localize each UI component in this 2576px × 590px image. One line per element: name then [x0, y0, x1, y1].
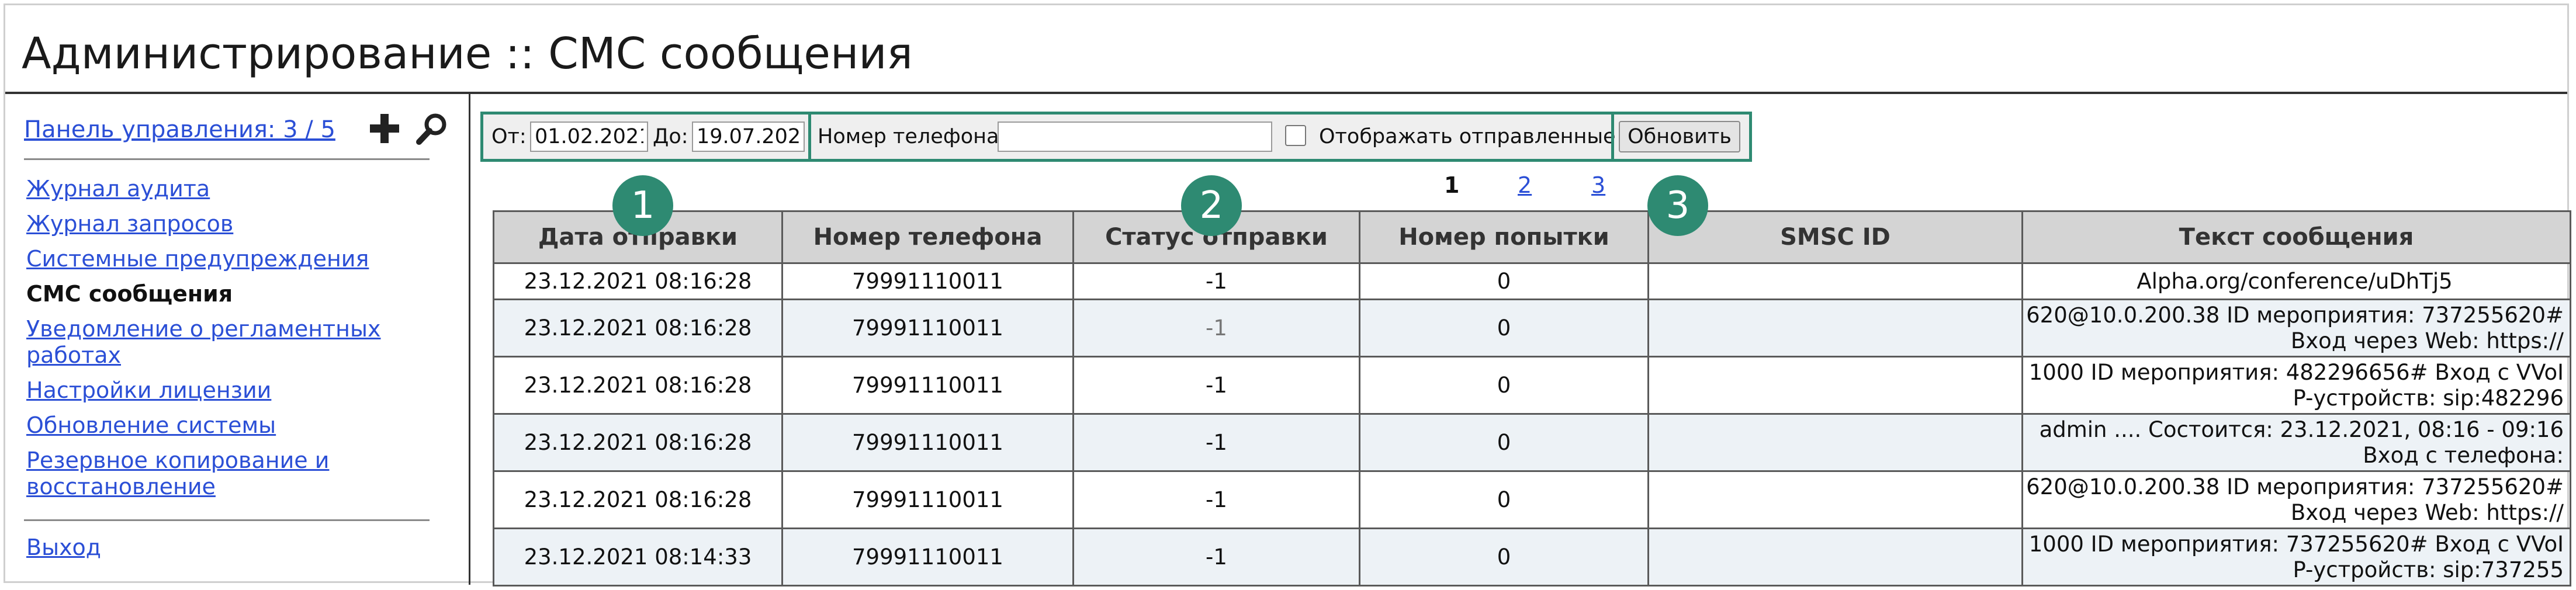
- page-title: Администрирование :: СМС сообщения: [22, 29, 913, 79]
- sidebar-item-request-log[interactable]: Журнал запросов: [26, 211, 435, 237]
- cell-status: -1: [1072, 527, 1360, 586]
- sidebar-separator-bottom: [24, 519, 430, 521]
- sidebar-item-audit-log[interactable]: Журнал аудита: [26, 176, 435, 202]
- table-header-row: Дата отправки Номер телефона Статус отпр…: [493, 210, 2571, 264]
- cell-message-text: 1000 ID мероприятия: 737255620# Вход с V…: [2021, 527, 2571, 586]
- cell-status: -1: [1072, 299, 1360, 358]
- window-frame: Администрирование :: СМС сообщения Панел…: [4, 4, 2571, 586]
- magnifier-icon[interactable]: [414, 110, 451, 147]
- callout-badge: 1: [612, 175, 673, 236]
- cell-phone: 79991110011: [781, 356, 1074, 415]
- sidebar-item-system-warnings[interactable]: Системные предупреждения: [26, 246, 435, 272]
- cell-attempt: 0: [1359, 299, 1649, 358]
- cell-message-text: Alpha.org/conference/uDhTj5: [2021, 262, 2571, 300]
- sidebar-divider: [469, 94, 470, 585]
- sidebar-item-sms-messages[interactable]: СМС сообщения: [26, 281, 435, 307]
- show-sent-checkbox[interactable]: [1285, 125, 1306, 146]
- cell-attempt: 0: [1359, 413, 1649, 472]
- cell-phone: 79991110011: [781, 470, 1074, 529]
- column-header-text[interactable]: Текст сообщения: [2021, 210, 2571, 264]
- cell-phone: 79991110011: [781, 527, 1074, 586]
- cell-status: -1: [1072, 470, 1360, 529]
- filter-group-separator: [808, 114, 811, 159]
- cell-date: 23.12.2021 08:16:28: [493, 262, 783, 300]
- column-header-phone[interactable]: Номер телефона: [781, 210, 1074, 264]
- sidebar-item-system-update[interactable]: Обновление системы: [26, 412, 435, 439]
- page-link-current: 1: [1444, 172, 1460, 198]
- phone-label: Номер телефона:: [818, 125, 1006, 148]
- date-to-label: До:: [653, 125, 688, 148]
- cell-date: 23.12.2021 08:16:28: [493, 356, 783, 415]
- cell-message-text: 1000 ID мероприятия: 482296656# Вход с V…: [2021, 356, 2571, 415]
- cell-smsc-id: [1647, 413, 2023, 472]
- cell-smsc-id: [1647, 356, 2023, 415]
- show-sent-label: Отображать отправленные: [1319, 125, 1616, 148]
- cell-status: -1: [1072, 262, 1360, 300]
- exit-link[interactable]: Выход: [26, 535, 101, 560]
- table-row[interactable]: 23.12.2021 08:16:28 79991110011 -1 0 Alp…: [493, 262, 2571, 300]
- cell-smsc-id: [1647, 527, 2023, 586]
- table-row[interactable]: 23.12.2021 08:16:28 79991110011 -1 0 620…: [493, 470, 2571, 529]
- cell-date: 23.12.2021 08:14:33: [493, 527, 783, 586]
- table-row[interactable]: 23.12.2021 08:16:28 79991110011 -1 0 620…: [493, 299, 2571, 358]
- refresh-button[interactable]: Обновить: [1619, 121, 1740, 152]
- date-to-input[interactable]: [692, 122, 805, 152]
- plus-icon[interactable]: [366, 110, 403, 147]
- phone-input[interactable]: [998, 122, 1272, 152]
- table-row[interactable]: 23.12.2021 08:16:28 79991110011 -1 0 100…: [493, 356, 2571, 415]
- cell-attempt: 0: [1359, 527, 1649, 586]
- sidebar-item-backup-restore[interactable]: Резервное копирование и восстановление: [26, 447, 435, 500]
- page-link[interactable]: 3: [1591, 172, 1605, 198]
- cell-phone: 79991110011: [781, 262, 1074, 300]
- sidebar-nav: Журнал аудита Журнал запросов Системные …: [26, 176, 435, 509]
- filter-group-separator: [1611, 114, 1614, 159]
- callout-badge: 2: [1181, 175, 1242, 236]
- date-from-input[interactable]: [530, 122, 648, 152]
- cell-smsc-id: [1647, 299, 2023, 358]
- cell-status: -1: [1072, 356, 1360, 415]
- title-divider: [5, 92, 2567, 94]
- callout-badge: 3: [1647, 175, 1708, 236]
- cell-date: 23.12.2021 08:16:28: [493, 470, 783, 529]
- table-row[interactable]: 23.12.2021 08:16:28 79991110011 -1 0 adm…: [493, 413, 2571, 472]
- filter-bar: От: До: Номер телефона: Отображать отпра…: [480, 112, 1752, 162]
- cell-attempt: 0: [1359, 470, 1649, 529]
- cell-message-text: 620@10.0.200.38 ID мероприятия: 73725562…: [2021, 299, 2571, 358]
- cell-message-text: admin .... Состоится: 23.12.2021, 08:16 …: [2021, 413, 2571, 472]
- column-header-attempt[interactable]: Номер попытки: [1359, 210, 1649, 264]
- cell-message-text: 620@10.0.200.38 ID мероприятия: 73725562…: [2021, 470, 2571, 529]
- sidebar-separator-top: [24, 158, 430, 160]
- cell-attempt: 0: [1359, 356, 1649, 415]
- cell-attempt: 0: [1359, 262, 1649, 300]
- cell-date: 23.12.2021 08:16:28: [493, 413, 783, 472]
- cell-status: -1: [1072, 413, 1360, 472]
- control-panel-link[interactable]: Панель управления: 3 / 5: [24, 116, 335, 143]
- table-row[interactable]: 23.12.2021 08:14:33 79991110011 -1 0 100…: [493, 527, 2571, 586]
- cell-smsc-id: [1647, 470, 2023, 529]
- page-link[interactable]: 2: [1518, 172, 1532, 198]
- cell-date: 23.12.2021 08:16:28: [493, 299, 783, 358]
- cell-smsc-id: [1647, 262, 2023, 300]
- cell-phone: 79991110011: [781, 299, 1074, 358]
- date-from-label: От:: [491, 125, 527, 148]
- cell-phone: 79991110011: [781, 413, 1074, 472]
- sidebar-item-license-settings[interactable]: Настройки лицензии: [26, 377, 435, 404]
- sms-table: Дата отправки Номер телефона Статус отпр…: [493, 210, 2571, 586]
- sidebar-item-maintenance-notice[interactable]: Уведомление о регламентных работах: [26, 316, 435, 369]
